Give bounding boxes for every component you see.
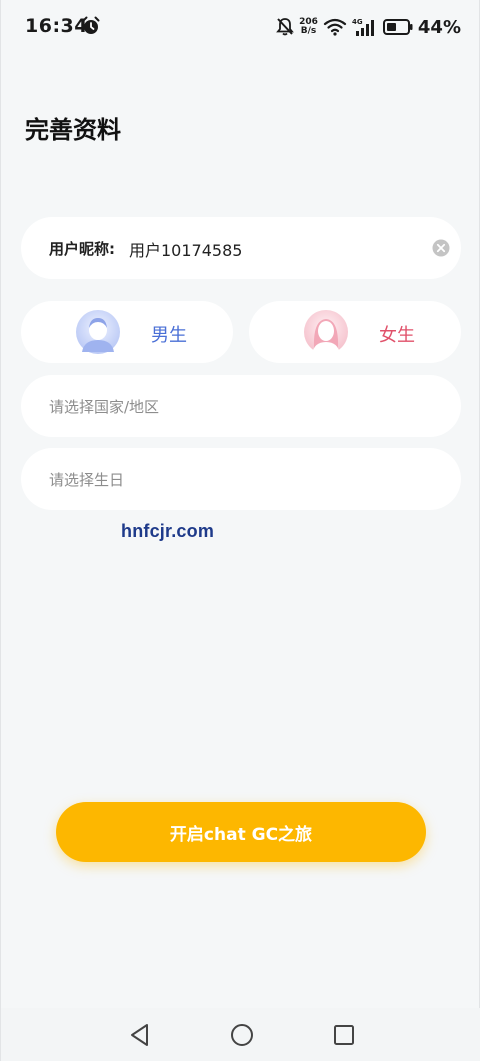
net-speed: 206 B/s	[299, 18, 318, 36]
battery-percent: 44%	[417, 16, 461, 38]
screen: 16:34 206 B/s 4G 44% 完善资料 用户昵称: 用户101745…	[0, 0, 480, 1061]
navigation-bar	[1, 1008, 480, 1061]
start-button[interactable]: 开启chat GC之旅	[56, 802, 426, 862]
male-label: 男生	[151, 325, 187, 346]
recent-apps-icon[interactable]	[331, 1022, 357, 1048]
status-time: 16:34	[25, 15, 88, 37]
nickname-input[interactable]: 用户10174585	[129, 237, 242, 261]
male-avatar-icon	[76, 310, 120, 354]
female-avatar-icon	[304, 310, 348, 354]
signal-icon: 4G	[352, 18, 374, 36]
page-title: 完善资料	[25, 116, 121, 144]
home-icon[interactable]	[229, 1022, 255, 1048]
svg-text:4G: 4G	[352, 18, 363, 26]
female-label: 女生	[379, 325, 415, 346]
status-bar: 16:34 206 B/s 4G 44%	[1, 0, 480, 56]
net-speed-unit: B/s	[300, 26, 317, 36]
back-icon[interactable]	[127, 1022, 153, 1048]
bell-off-icon	[276, 18, 294, 36]
nickname-label: 用户昵称:	[49, 240, 115, 258]
country-placeholder: 请选择国家/地区	[49, 398, 160, 416]
watermark: hnfcjr.com	[121, 521, 215, 541]
gender-male-option[interactable]: 男生	[21, 301, 233, 363]
gender-female-option[interactable]: 女生	[249, 301, 461, 363]
country-select[interactable]: 请选择国家/地区	[21, 375, 461, 437]
nickname-field[interactable]: 用户昵称: 用户10174585	[21, 217, 461, 279]
birthday-select[interactable]: 请选择生日	[21, 448, 461, 510]
status-indicators: 206 B/s 4G 44%	[276, 14, 461, 40]
clear-icon[interactable]	[432, 239, 450, 257]
battery-icon	[382, 19, 413, 35]
alarm-icon	[82, 16, 100, 34]
birthday-placeholder: 请选择生日	[49, 471, 125, 489]
wifi-icon	[323, 18, 347, 36]
